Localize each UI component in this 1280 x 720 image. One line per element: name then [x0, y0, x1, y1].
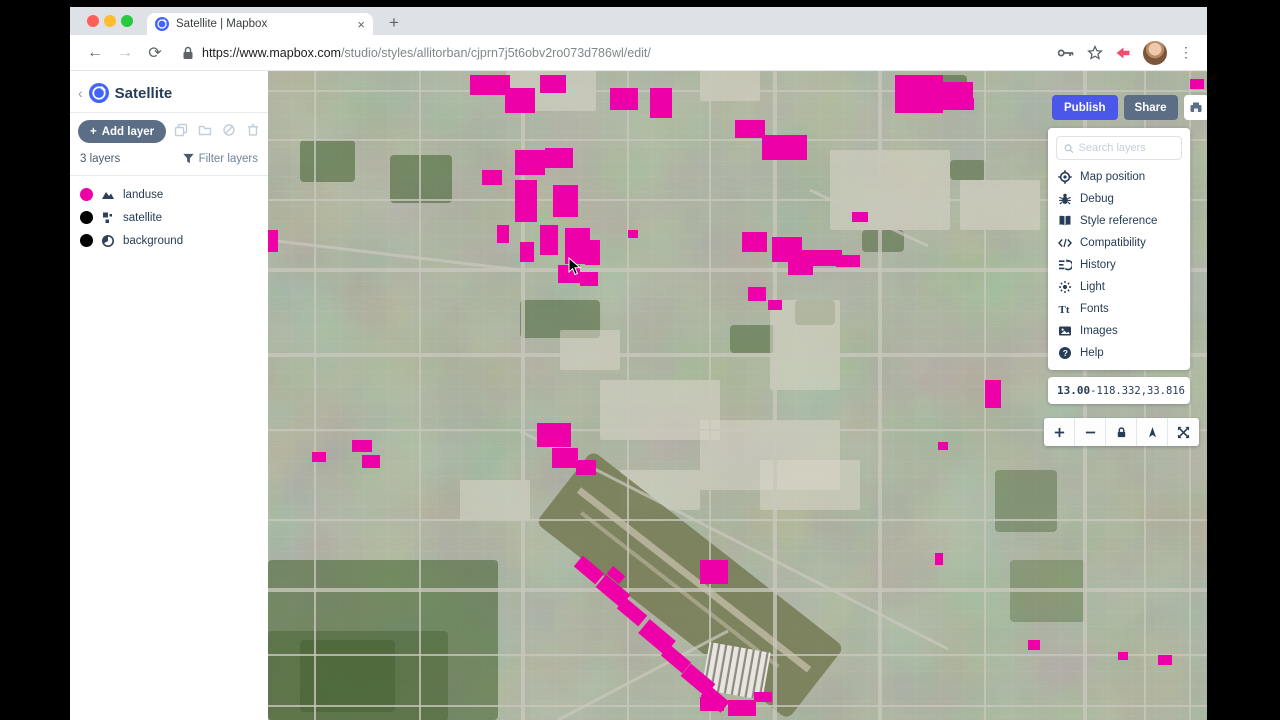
lock-icon: [1117, 426, 1125, 437]
search-icon: [1064, 143, 1074, 153]
funnel-icon: [182, 153, 194, 164]
address-bar[interactable]: https://www.mapbox.com/studio/styles/all…: [172, 46, 1053, 60]
menu-item-history[interactable]: History: [1056, 254, 1182, 276]
mouse-cursor: [568, 257, 581, 276]
plus-icon: [1054, 427, 1064, 437]
filter-layers[interactable]: Filter layers: [182, 152, 258, 165]
minus-icon: [1085, 431, 1095, 433]
layer-row-landuse[interactable]: landuse: [70, 183, 268, 206]
https-lock-icon: [183, 46, 193, 59]
svg-text:Tt: Tt: [1059, 304, 1070, 316]
browser-toolbar: ← → ⟳ https://www.mapbox.com/studio/styl…: [70, 35, 1207, 71]
layer-row-satellite[interactable]: satellite: [70, 206, 268, 229]
close-window-button[interactable]: [87, 15, 99, 27]
history-icon: [1059, 258, 1072, 271]
menu-item-fonts[interactable]: Tt Fonts: [1056, 298, 1182, 320]
light-icon: [1059, 281, 1071, 293]
zoom-in-button[interactable]: [1044, 418, 1075, 446]
tab-close-icon[interactable]: ×: [357, 17, 365, 32]
background-swatch: [80, 234, 93, 247]
bug-icon: [1059, 193, 1071, 205]
style-title: Satellite: [114, 84, 173, 102]
publish-button[interactable]: Publish: [1052, 95, 1118, 120]
map-position-readout: 13.00 -118.332,33.816: [1048, 377, 1190, 404]
mapbox-logo-icon: [88, 83, 109, 103]
style-tools-panel: Map position Debug Style reference: [1048, 128, 1190, 370]
print-button[interactable]: [1183, 95, 1207, 120]
minimize-window-button[interactable]: [104, 15, 116, 27]
layers-sidebar: ‹ Satellite + Add layer 3 layers Filter …: [70, 71, 268, 720]
zoom-level: 13.00: [1057, 384, 1091, 397]
layer-tools: [174, 123, 260, 137]
satellite-swatch: [80, 211, 93, 224]
browser-window: Satellite | Mapbox × + ← → ⟳ https://www…: [70, 7, 1207, 720]
plus-icon: +: [90, 125, 97, 138]
help-icon: ?: [1059, 347, 1071, 359]
delete-layer-icon[interactable]: [246, 123, 260, 137]
lng-lat: -118.332,33.816: [1090, 384, 1185, 397]
mapbox-favicon-icon: [155, 17, 169, 31]
map-position-icon: [1058, 170, 1072, 184]
raster-layer-icon: [103, 212, 112, 223]
share-button[interactable]: Share: [1123, 95, 1178, 120]
publish-toolbar: Publish Share: [1052, 95, 1207, 120]
search-input[interactable]: [1078, 142, 1174, 154]
hide-layer-icon[interactable]: [222, 123, 236, 137]
menu-item-compatibility[interactable]: Compatibility: [1056, 232, 1182, 254]
back-chevron-icon[interactable]: ‹: [78, 85, 83, 101]
panel-search[interactable]: [1056, 136, 1182, 160]
browser-tab[interactable]: Satellite | Mapbox ×: [147, 13, 373, 35]
menu-item-map-position[interactable]: Map position: [1056, 166, 1182, 188]
landuse-swatch: [80, 188, 93, 201]
profile-avatar[interactable]: [1143, 40, 1167, 65]
chrome-menu-icon[interactable]: ⋮: [1179, 44, 1193, 61]
fullscreen-icon: [1177, 426, 1190, 438]
map-canvas[interactable]: Publish Share Search layers Map position…: [268, 71, 1207, 720]
images-icon: [1059, 326, 1071, 336]
tab-title: Satellite | Mapbox: [176, 18, 268, 30]
map-controls: [1044, 418, 1199, 446]
fonts-icon: Tt: [1059, 304, 1070, 316]
back-icon[interactable]: ←: [82, 40, 108, 66]
menu-item-images[interactable]: Images: [1056, 320, 1182, 342]
printer-icon: [1190, 102, 1202, 112]
zoom-out-button[interactable]: [1075, 418, 1106, 446]
fill-layer-icon: [102, 191, 114, 199]
layer-row-background[interactable]: background: [70, 229, 268, 252]
new-tab-button[interactable]: +: [382, 11, 406, 35]
fullscreen-button[interactable]: [1168, 418, 1199, 446]
compass-icon: [1148, 426, 1156, 437]
menu-item-help[interactable]: ? Help: [1056, 342, 1182, 364]
reload-icon[interactable]: ⟳: [142, 40, 168, 66]
extension-icon[interactable]: [1115, 46, 1131, 60]
svg-text:?: ?: [1063, 348, 1068, 358]
tab-strip: Satellite | Mapbox × +: [70, 7, 1207, 35]
video-letterbox: Satellite | Mapbox × + ← → ⟳ https://www…: [0, 0, 1280, 720]
code-icon: [1058, 238, 1072, 248]
add-layer-button[interactable]: + Add layer: [78, 120, 167, 143]
url-text: https://www.mapbox.com/studio/styles/all…: [202, 45, 651, 60]
duplicate-layer-icon[interactable]: [174, 123, 188, 137]
password-key-icon[interactable]: [1057, 46, 1075, 60]
forward-icon: →: [117, 43, 133, 61]
compass-button[interactable]: [1137, 418, 1168, 446]
background-layer-icon: [102, 234, 114, 247]
layers-count: 3 layers: [80, 153, 121, 165]
lock-button[interactable]: [1106, 418, 1137, 446]
mapbox-studio-app: ‹ Satellite + Add layer 3 layers Filter …: [70, 71, 1207, 720]
toolbar-right: ⋮: [1057, 40, 1195, 65]
group-layers-icon[interactable]: [198, 123, 212, 137]
bookmark-star-icon[interactable]: [1087, 44, 1103, 61]
book-icon: [1059, 215, 1071, 226]
zoom-window-button[interactable]: [121, 15, 133, 27]
menu-item-debug[interactable]: Debug: [1056, 188, 1182, 210]
menu-item-style-reference[interactable]: Style reference: [1056, 210, 1182, 232]
sidebar-header: ‹ Satellite: [78, 83, 172, 103]
menu-item-light[interactable]: Light: [1056, 276, 1182, 298]
